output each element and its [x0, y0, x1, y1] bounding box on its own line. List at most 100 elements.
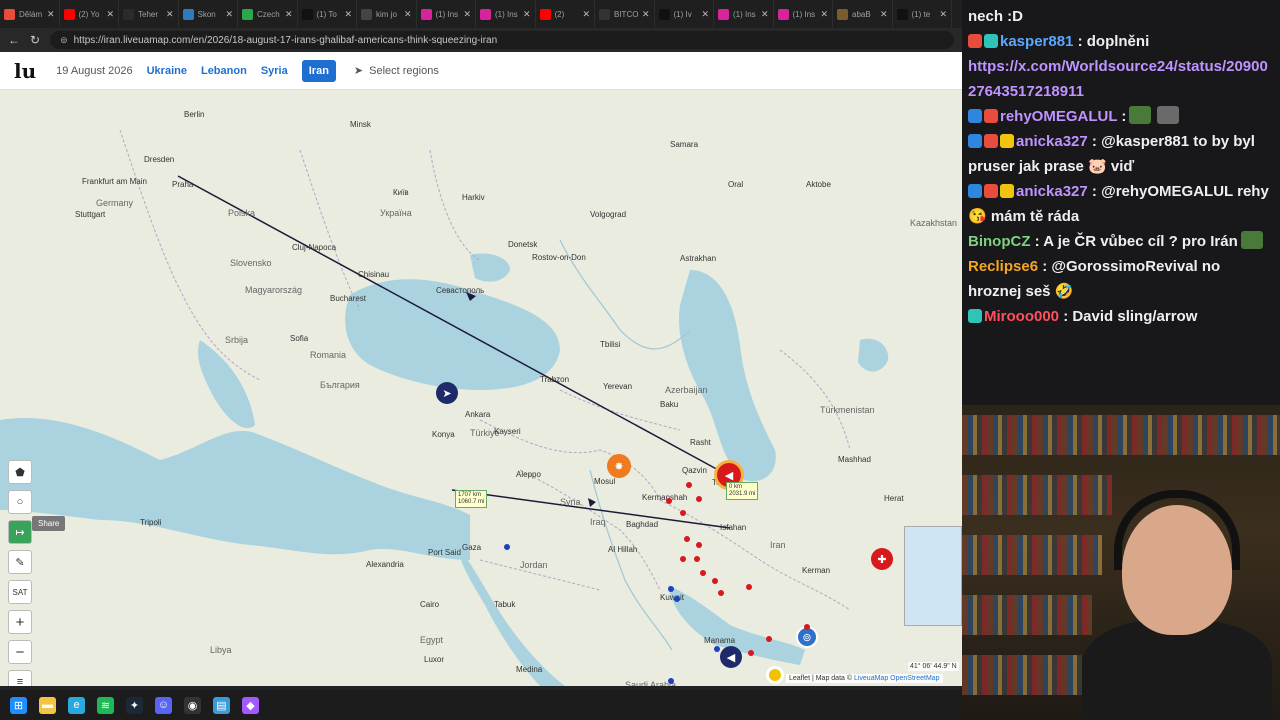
tab-close-icon[interactable]: ✕: [47, 9, 55, 20]
chat-badge-icon[interactable]: [1000, 184, 1014, 198]
event-dot-blue[interactable]: [504, 544, 510, 550]
chat-username[interactable]: Mirooo000: [984, 308, 1063, 325]
chat-badge-icon[interactable]: [968, 184, 982, 198]
browser-tab[interactable]: (1) Ins ✕: [417, 0, 476, 28]
spotify-icon[interactable]: ≋: [97, 696, 114, 714]
tab-close-icon[interactable]: ✕: [463, 9, 471, 20]
browser-tab[interactable]: Skon ✕: [179, 0, 238, 28]
tab-close-icon[interactable]: ✕: [106, 9, 114, 20]
tab-close-icon[interactable]: ✕: [939, 9, 947, 20]
event-dot[interactable]: [804, 624, 810, 630]
region-iran[interactable]: Iran: [301, 59, 336, 82]
browser-tab[interactable]: Teher ✕: [119, 0, 179, 28]
chat-link[interactable]: https://x.com/Worldsource24/status/20900…: [968, 58, 1268, 100]
event-dot[interactable]: [696, 542, 702, 548]
event-dot[interactable]: [686, 482, 692, 488]
discord-icon[interactable]: ☺: [155, 696, 172, 714]
tab-close-icon[interactable]: ✕: [404, 9, 412, 20]
tab-close-icon[interactable]: ✕: [225, 9, 233, 20]
event-dot[interactable]: [694, 556, 700, 562]
browser-tab[interactable]: (1) Ins ✕: [476, 0, 536, 28]
browser-tab[interactable]: (2) ✕: [536, 0, 595, 28]
event-dot[interactable]: [680, 556, 686, 562]
event-dot[interactable]: [748, 650, 754, 656]
event-dot[interactable]: [766, 636, 772, 642]
event-dot[interactable]: [684, 536, 690, 542]
event-dot[interactable]: [712, 578, 718, 584]
chat-badge-icon[interactable]: [968, 309, 982, 323]
share-arrow-icon[interactable]: ↦: [8, 520, 32, 544]
browser-tab[interactable]: (2) Yo ✕: [60, 0, 119, 28]
event-dot[interactable]: [746, 584, 752, 590]
layers-icon[interactable]: ≡: [8, 670, 32, 686]
tab-close-icon[interactable]: ✕: [642, 9, 650, 20]
event-dot[interactable]: [700, 570, 706, 576]
tab-close-icon[interactable]: ✕: [523, 9, 531, 20]
event-dot[interactable]: [718, 590, 724, 596]
chat-badge-icon[interactable]: [968, 109, 982, 123]
select-regions-button[interactable]: ➤ Select regions: [354, 64, 439, 78]
chat-badge-icon[interactable]: [968, 34, 982, 48]
figma-icon[interactable]: ◆: [242, 696, 259, 714]
explosion-marker-iraq[interactable]: ✸: [607, 454, 631, 478]
reload-icon[interactable]: ↻: [30, 33, 40, 47]
browser-tab[interactable]: (1) Iv ✕: [655, 0, 714, 28]
windows-start-icon[interactable]: ⊞: [10, 696, 27, 714]
chat-emote-icon[interactable]: [1157, 106, 1180, 124]
notepad-icon[interactable]: ▤: [213, 696, 230, 714]
edge-browser-icon[interactable]: e: [68, 696, 85, 714]
satellite-button[interactable]: SAT: [8, 580, 32, 604]
event-dot-blue[interactable]: [714, 646, 720, 652]
tab-close-icon[interactable]: ✕: [880, 9, 888, 20]
draw-polygon-icon[interactable]: ⬟: [8, 460, 32, 484]
steam-icon[interactable]: ✦: [126, 696, 143, 714]
browser-tab[interactable]: Dělám ✕: [0, 0, 60, 28]
tab-close-icon[interactable]: ✕: [582, 9, 590, 20]
region-syria[interactable]: Syria: [261, 65, 288, 77]
back-icon[interactable]: ←: [8, 33, 20, 47]
map-canvas[interactable]: Polska Germany Україна Romania Türkiye Syria I…: [0, 90, 962, 686]
chat-badge-icon[interactable]: [984, 134, 998, 148]
browser-tab[interactable]: BITCO ✕: [595, 0, 655, 28]
chat-emote-icon[interactable]: [1240, 231, 1263, 249]
attribution-link[interactable]: LiveuaMap OpenStreetMap: [854, 675, 940, 682]
browser-tab[interactable]: (1) Ins ✕: [774, 0, 833, 28]
chat-badge-icon[interactable]: [1000, 134, 1014, 148]
chat-username[interactable]: BinopCZ: [968, 233, 1035, 250]
chat-username[interactable]: Reclipse6: [968, 258, 1042, 275]
tab-close-icon[interactable]: ✕: [820, 9, 828, 20]
event-dot[interactable]: [680, 510, 686, 516]
browser-tab[interactable]: (1) Ins ✕: [714, 0, 774, 28]
browser-tab[interactable]: Czech ✕: [238, 0, 298, 28]
tab-close-icon[interactable]: ✕: [344, 9, 352, 20]
yellow-marker-uae[interactable]: [766, 666, 784, 684]
browser-tab[interactable]: (1) te ✕: [893, 0, 952, 28]
event-dot[interactable]: [666, 498, 672, 504]
hide-icon[interactable]: ✎: [8, 550, 32, 574]
browser-tab[interactable]: abaB ✕: [833, 0, 893, 28]
region-ukraine[interactable]: Ukraine: [147, 65, 187, 77]
event-dot-blue[interactable]: [668, 586, 674, 592]
chat-username[interactable]: anicka327: [1016, 183, 1092, 200]
event-dot-blue[interactable]: [674, 596, 680, 602]
obs-icon[interactable]: ◉: [184, 696, 201, 714]
military-marker-gulf[interactable]: ◀: [720, 646, 742, 668]
file-explorer-icon[interactable]: ▬: [39, 696, 56, 714]
liveuamap-logo[interactable]: lu: [14, 59, 36, 83]
chat-badge-icon[interactable]: [984, 184, 998, 198]
military-marker-turkey[interactable]: ➤: [436, 382, 458, 404]
zoom-out-button[interactable]: −: [8, 640, 32, 664]
site-info-icon[interactable]: ⊜: [60, 35, 68, 46]
region-lebanon[interactable]: Lebanon: [201, 65, 247, 77]
chat-username[interactable]: kasper881: [1000, 33, 1078, 50]
browser-tab[interactable]: (1) To ✕: [298, 0, 357, 28]
share-button[interactable]: Share: [32, 516, 66, 531]
url-field[interactable]: ⊜ https://iran.liveuamap.com/en/2026/18-…: [50, 31, 954, 49]
chat-badge-icon[interactable]: [984, 34, 998, 48]
tab-close-icon[interactable]: ✕: [166, 9, 174, 20]
tab-close-icon[interactable]: ✕: [701, 9, 709, 20]
event-dot[interactable]: [696, 496, 702, 502]
tab-close-icon[interactable]: ✕: [761, 9, 769, 20]
chat-username[interactable]: anicka327: [1016, 133, 1092, 150]
medical-marker-east[interactable]: ✚: [871, 548, 893, 570]
